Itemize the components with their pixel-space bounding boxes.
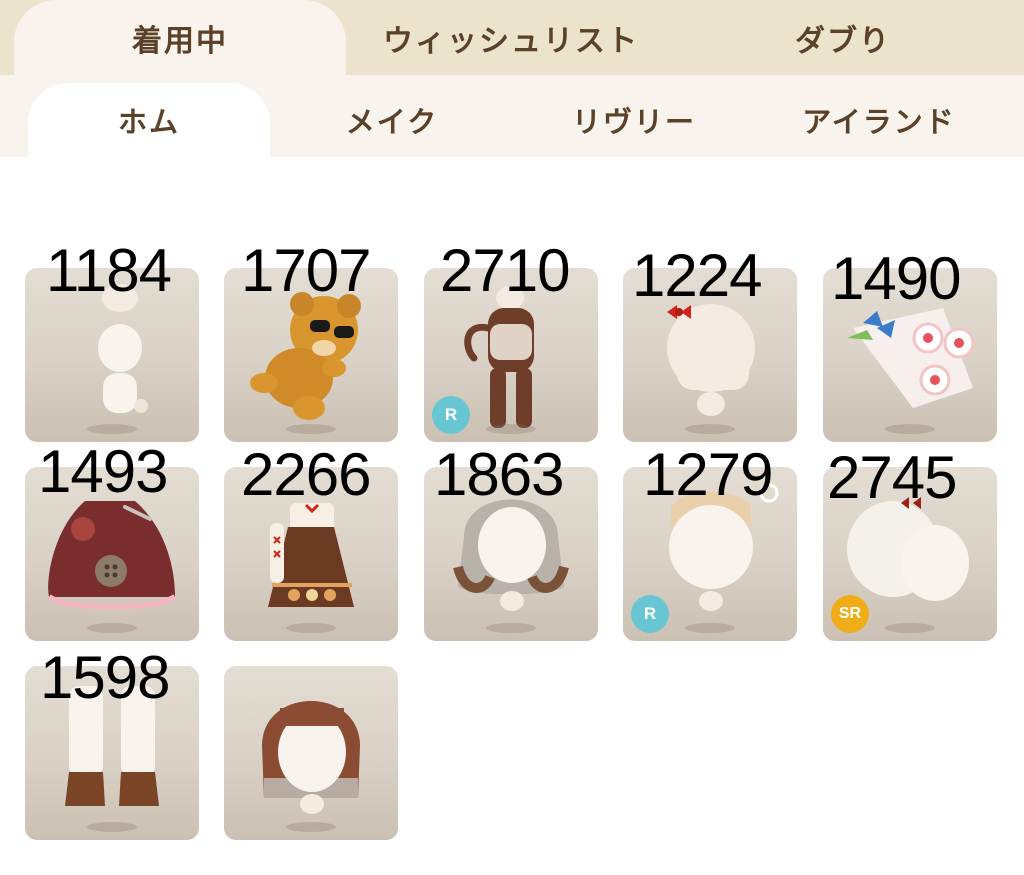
rarity-badge: R bbox=[631, 595, 669, 633]
item-card[interactable] bbox=[224, 666, 398, 840]
item-number: 1598 bbox=[40, 644, 170, 711]
item-shadow bbox=[685, 623, 735, 633]
tab-wearing[interactable]: 着用中 bbox=[14, 0, 346, 75]
item-shadow bbox=[286, 424, 336, 434]
item-number: 1184 bbox=[46, 237, 172, 304]
item-number: 1863 bbox=[434, 441, 564, 508]
subtab-homu[interactable]: ホム bbox=[28, 83, 270, 157]
item-number: 1224 bbox=[632, 242, 762, 309]
top-tab-bar: 着用中 ウィッシュリスト ダブり bbox=[0, 0, 1024, 75]
item-shadow bbox=[286, 822, 336, 832]
item-shadow bbox=[87, 424, 137, 434]
item-number: 1490 bbox=[831, 245, 961, 312]
item-number: 2710 bbox=[440, 237, 570, 304]
tab-duplicates[interactable]: ダブり bbox=[676, 0, 1010, 75]
tab-wishlist[interactable]: ウィッシュリスト bbox=[346, 0, 676, 75]
item-number: 2266 bbox=[241, 441, 371, 508]
item-shadow bbox=[486, 424, 536, 434]
item-number: 1493 bbox=[38, 438, 168, 505]
subtab-livly[interactable]: リヴリー bbox=[514, 83, 754, 157]
rarity-badge: SR bbox=[831, 595, 869, 633]
item-shadow bbox=[286, 623, 336, 633]
item-shadow bbox=[87, 623, 137, 633]
item-shadow bbox=[685, 424, 735, 434]
sub-tab-bar: ホム メイク リヴリー アイランド bbox=[0, 75, 1024, 157]
rarity-badge: R bbox=[432, 396, 470, 434]
subtab-make[interactable]: メイク bbox=[272, 83, 512, 157]
item-shadow bbox=[885, 623, 935, 633]
subtab-island[interactable]: アイランド bbox=[756, 83, 1002, 157]
brown-bob-hair-icon bbox=[262, 701, 360, 814]
item-number: 1707 bbox=[241, 237, 371, 304]
item-shadow bbox=[885, 424, 935, 434]
item-shadow bbox=[486, 623, 536, 633]
item-number: 2745 bbox=[827, 444, 957, 511]
item-number: 1279 bbox=[643, 441, 773, 508]
item-shadow bbox=[87, 822, 137, 832]
